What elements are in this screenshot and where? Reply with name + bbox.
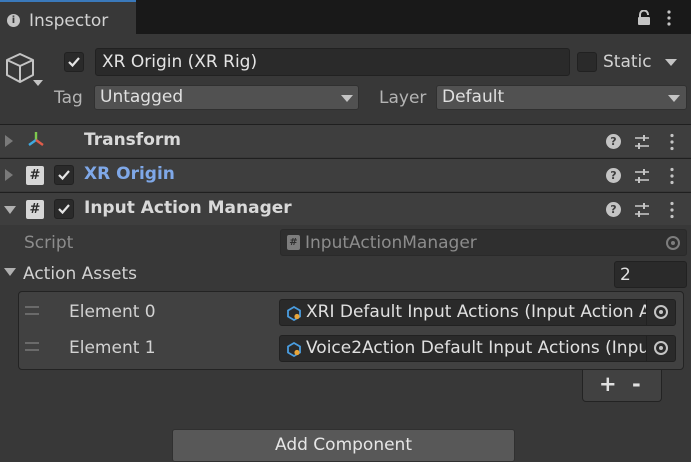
element-object-value: Voice2Action Default Input Actions (Inpu	[306, 338, 650, 358]
chevron-down-icon	[668, 95, 680, 102]
element-object-field[interactable]: Voice2Action Default Input Actions (Inpu	[279, 335, 676, 362]
element-object-field[interactable]: XRI Default Input Actions (Input Action …	[279, 299, 676, 326]
script-icon: #	[26, 200, 44, 219]
tag-value: Untagged	[100, 87, 184, 107]
help-icon[interactable]: ?	[606, 168, 621, 183]
component-title: Input Action Manager	[84, 198, 292, 218]
help-icon[interactable]: ?	[606, 202, 621, 217]
component-header-input-action-manager[interactable]: # Input Action Manager ?	[0, 192, 691, 225]
script-icon: #	[287, 235, 300, 250]
icon-dropdown-arrow[interactable]	[33, 80, 43, 86]
more-options-icon[interactable]	[666, 10, 672, 26]
component-title: XR Origin	[84, 164, 175, 184]
input-action-asset-icon	[287, 306, 301, 321]
add-element-button[interactable]: +	[599, 372, 617, 396]
lock-icon[interactable]	[637, 10, 651, 26]
foldout-arrow-icon[interactable]	[5, 169, 13, 181]
static-checkbox[interactable]	[577, 52, 597, 72]
tab-title: Inspector	[29, 11, 109, 31]
list-footer: + -	[582, 370, 662, 402]
help-icon[interactable]: ?	[606, 134, 621, 149]
script-value: InputActionManager	[305, 233, 477, 253]
drag-handle-icon[interactable]	[25, 306, 39, 315]
checkmark-icon	[68, 57, 80, 68]
component-menu-icon[interactable]	[669, 133, 675, 151]
gameobject-cube-icon[interactable]	[4, 51, 36, 85]
static-dropdown-arrow-icon[interactable]	[665, 59, 677, 66]
checkmark-icon	[58, 170, 70, 181]
element-label: Element 1	[69, 338, 156, 358]
tag-dropdown[interactable]: Untagged	[94, 85, 359, 110]
object-picker-icon	[654, 341, 668, 355]
component-header-transform[interactable]: Transform ?	[0, 124, 691, 157]
array-size-value: 2	[620, 265, 631, 285]
element-object-value: XRI Default Input Actions (Input Action …	[306, 302, 651, 322]
layer-label: Layer	[379, 88, 427, 108]
component-menu-icon[interactable]	[669, 201, 675, 219]
object-picker-icon	[654, 305, 668, 319]
static-label: Static	[603, 52, 652, 72]
foldout-arrow-icon[interactable]	[5, 135, 13, 147]
input-action-asset-icon	[287, 342, 301, 357]
active-checkbox[interactable]	[64, 52, 84, 72]
presets-icon[interactable]	[634, 168, 650, 184]
tab-bar: i Inspector	[0, 0, 691, 34]
array-size-field[interactable]: 2	[614, 261, 687, 288]
script-icon: #	[26, 166, 44, 185]
transform-icon	[28, 132, 44, 146]
object-picker-icon	[666, 236, 680, 250]
action-assets-foldout-icon[interactable]	[4, 268, 16, 276]
gameobject-name-text: XR Origin (XR Rig)	[102, 52, 258, 72]
component-menu-icon[interactable]	[669, 167, 675, 185]
gameobject-name-field[interactable]: XR Origin (XR Rig)	[95, 48, 570, 76]
object-picker-button[interactable]	[646, 300, 675, 325]
add-component-button[interactable]: Add Component	[172, 429, 515, 462]
tab-inspector[interactable]: i Inspector	[0, 0, 136, 34]
info-icon: i	[7, 14, 20, 27]
action-assets-list: Element 0 XRI Default Input Actions (Inp…	[18, 291, 684, 370]
checkmark-icon	[58, 204, 70, 215]
element-label: Element 0	[69, 302, 156, 322]
component-enabled-checkbox[interactable]	[54, 165, 74, 185]
object-picker-button[interactable]	[646, 336, 675, 361]
remove-element-button[interactable]: -	[632, 372, 641, 396]
script-field: # InputActionManager	[280, 229, 687, 256]
action-assets-label[interactable]: Action Assets	[23, 264, 137, 284]
chevron-down-icon	[341, 95, 353, 102]
tag-label: Tag	[54, 88, 83, 108]
presets-icon[interactable]	[634, 134, 650, 150]
component-title: Transform	[84, 130, 181, 150]
presets-icon[interactable]	[634, 202, 650, 218]
foldout-arrow-icon[interactable]	[4, 206, 16, 214]
layer-value: Default	[442, 87, 505, 107]
script-label: Script	[24, 233, 74, 253]
layer-dropdown[interactable]: Default	[436, 85, 687, 110]
component-header-xr-origin[interactable]: # XR Origin ?	[0, 158, 691, 191]
component-enabled-checkbox[interactable]	[54, 199, 74, 219]
drag-handle-icon[interactable]	[25, 342, 39, 351]
add-component-label: Add Component	[274, 435, 412, 455]
